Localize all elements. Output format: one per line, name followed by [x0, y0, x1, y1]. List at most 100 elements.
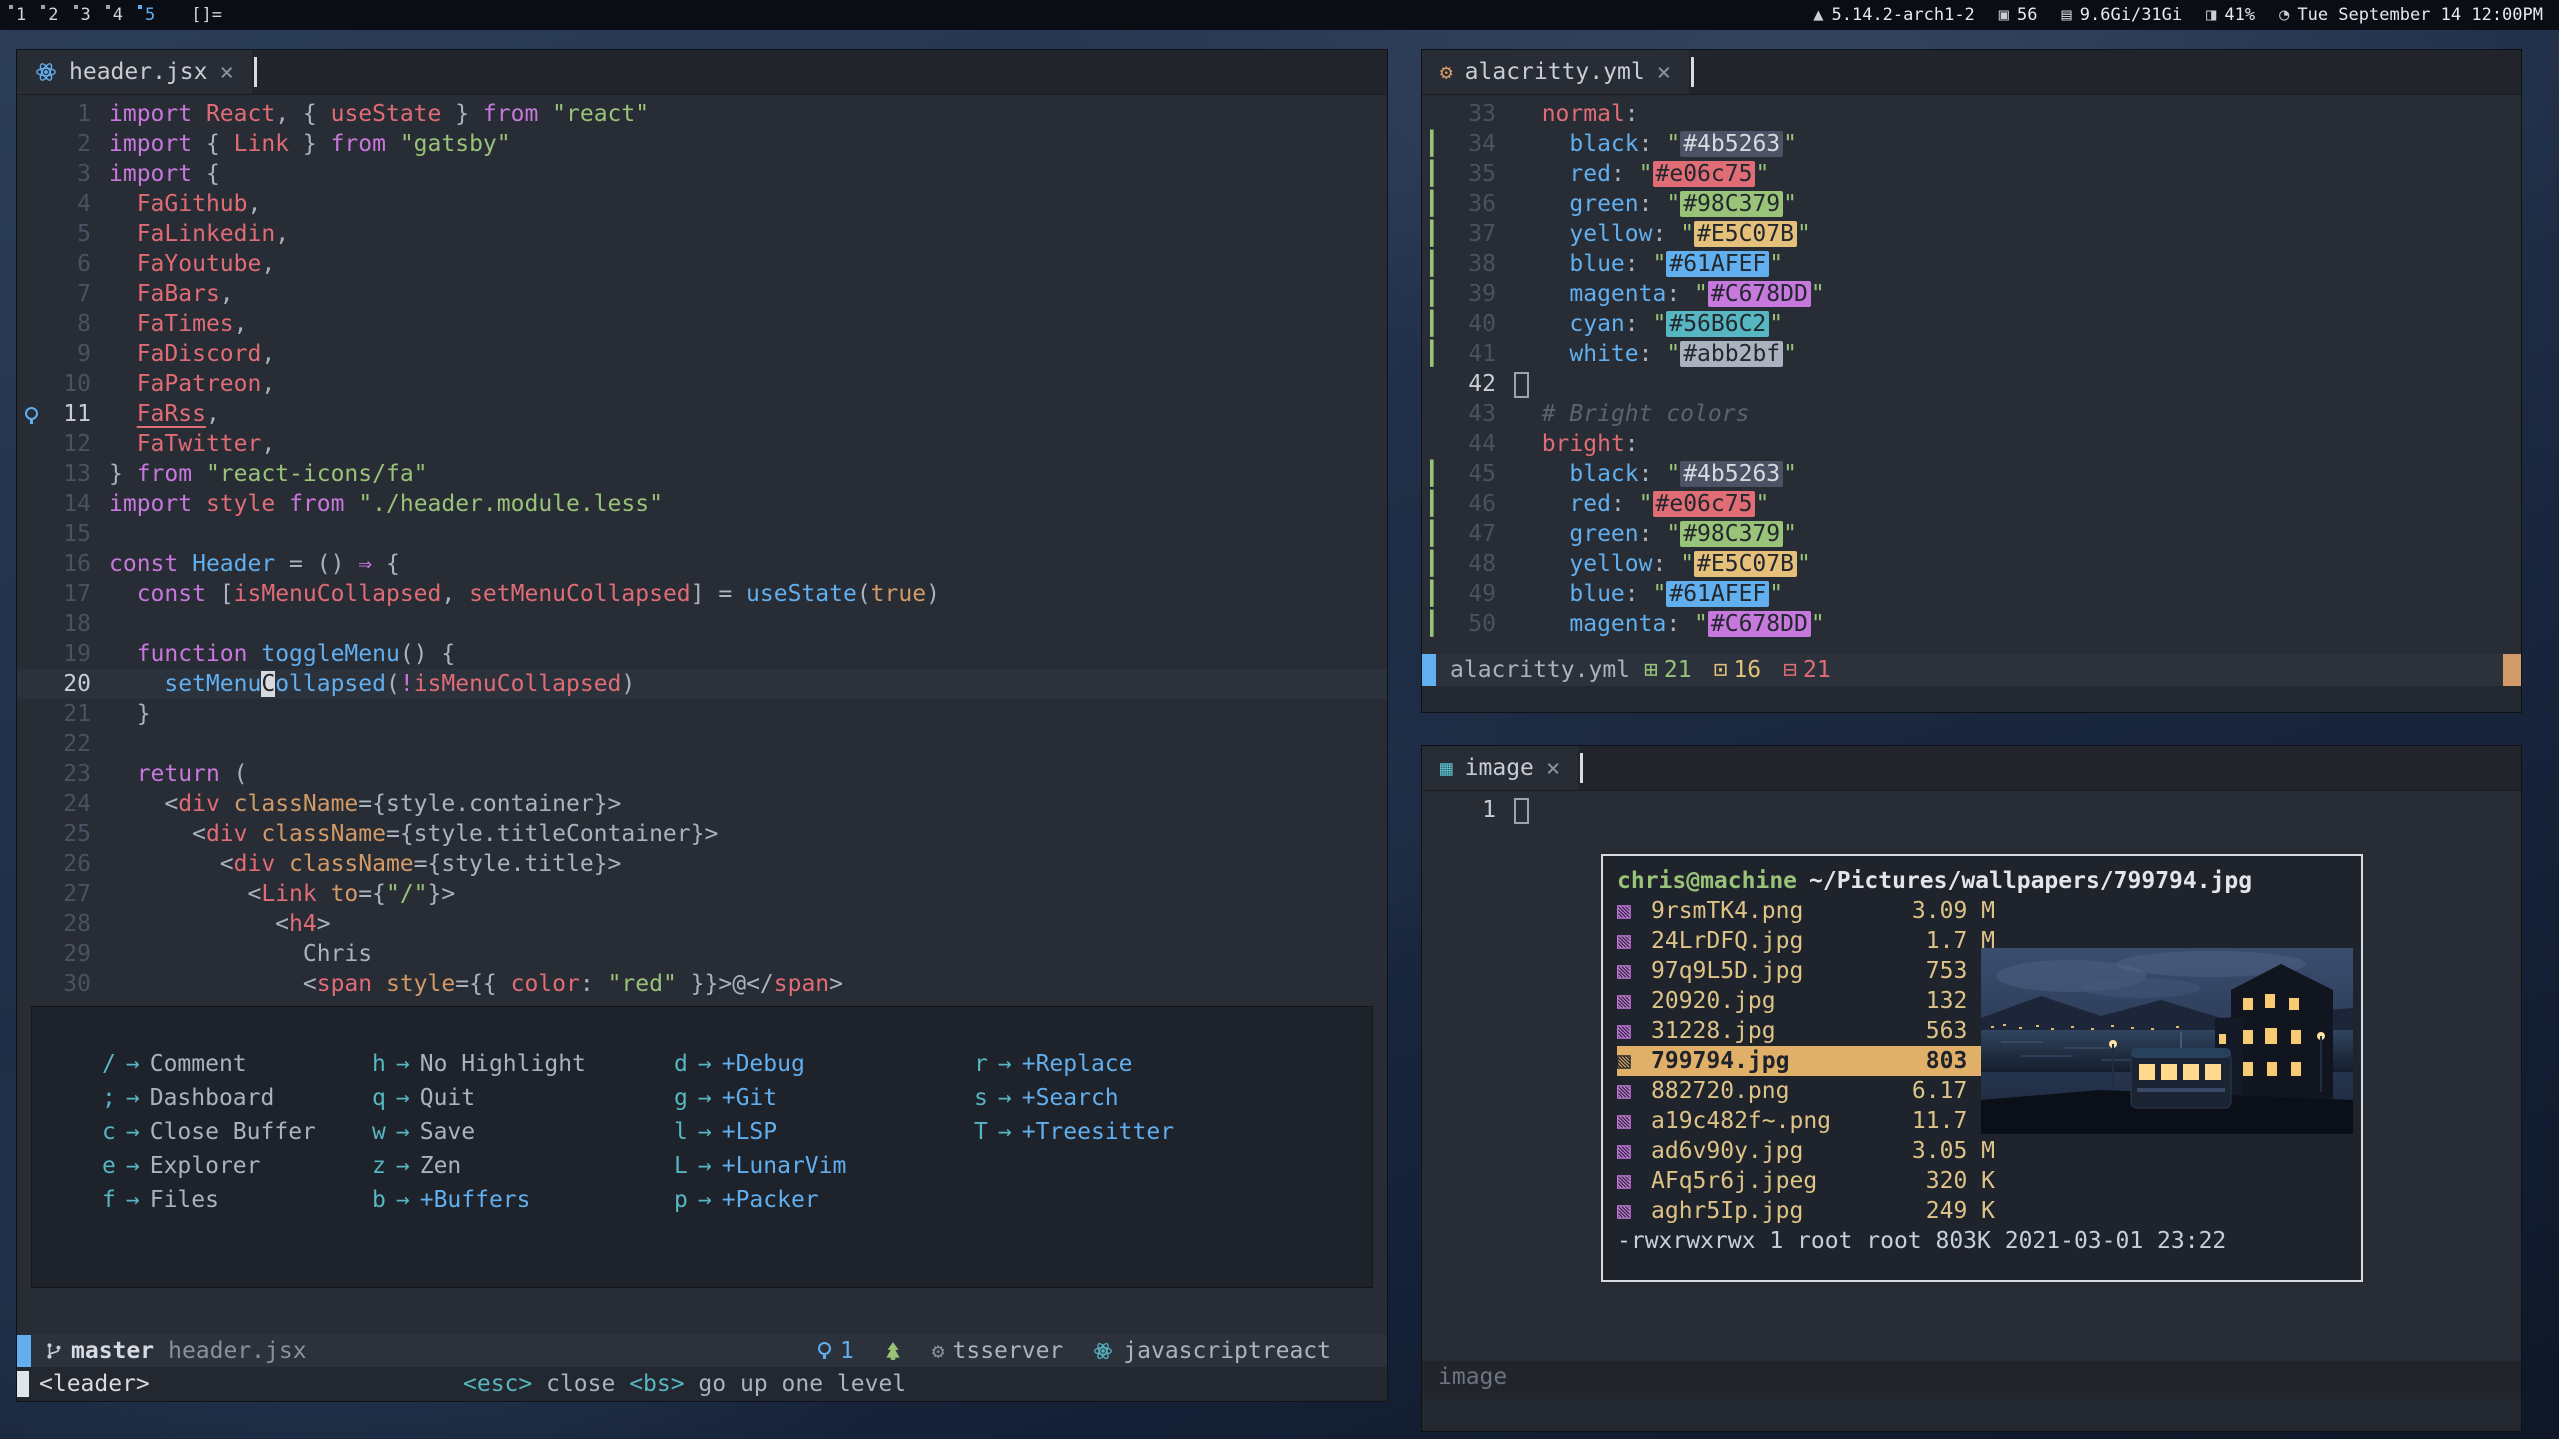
file-row[interactable]: ▧24LrDFQ.jpg1.7 M: [1617, 926, 1995, 956]
code-line[interactable]: ▎41 white: "#abb2bf": [1422, 339, 2521, 369]
code-line[interactable]: 14import style from "./header.module.les…: [17, 489, 1387, 519]
whichkey-item[interactable]: r→+Replace: [974, 1047, 1133, 1081]
file-row[interactable]: ▧9rsmTK4.png3.09 M: [1617, 896, 1995, 926]
file-row[interactable]: ▧31228.jpg563 K: [1617, 1016, 1995, 1046]
code-line[interactable]: 15: [17, 519, 1387, 549]
code-line[interactable]: 42: [1422, 369, 2521, 399]
code-line[interactable]: 28 <h4>: [17, 909, 1387, 939]
code-line[interactable]: ▎37 yellow: "#E5C07B": [1422, 219, 2521, 249]
workspace-tag-1[interactable]: 1: [16, 5, 26, 25]
whichkey-item[interactable]: b→+Buffers: [372, 1183, 674, 1217]
close-icon[interactable]: ×: [1657, 58, 1671, 86]
code-line[interactable]: 4 FaGithub,: [17, 189, 1387, 219]
tab-alacritty[interactable]: ⚙ alacritty.yml ×: [1422, 50, 1689, 94]
command-line[interactable]: [1422, 1393, 2521, 1431]
diagnostics-segment[interactable]: 1: [818, 1338, 854, 1364]
file-row[interactable]: ▧20920.jpg132 K: [1617, 986, 1995, 1016]
code-line[interactable]: 6 FaYoutube,: [17, 249, 1387, 279]
code-line[interactable]: 43 # Bright colors: [1422, 399, 2521, 429]
workspace-tag-2[interactable]: 2: [48, 5, 58, 25]
code-line[interactable]: 20 setMenuCollapsed(!isMenuCollapsed): [17, 669, 1387, 699]
lf-file-manager[interactable]: chris@machine ~/Pictures/wallpapers/7997…: [1601, 854, 2363, 1282]
close-icon[interactable]: ×: [1546, 754, 1560, 782]
code-line[interactable]: 16const Header = () ⇒ {: [17, 549, 1387, 579]
code-line[interactable]: ▎47 green: "#98C379": [1422, 519, 2521, 549]
code-line[interactable]: 12 FaTwitter,: [17, 429, 1387, 459]
code-line[interactable]: 17 const [isMenuCollapsed, setMenuCollap…: [17, 579, 1387, 609]
whichkey-item[interactable]: d→+Debug: [674, 1047, 974, 1081]
code-line[interactable]: 27 <Link to={"/"}>: [17, 879, 1387, 909]
workspace-tag-3[interactable]: 3: [81, 5, 91, 25]
tab-headerjsx[interactable]: header.jsx ×: [17, 50, 252, 94]
whichkey-item[interactable]: f→Files: [102, 1183, 372, 1217]
layout-symbol[interactable]: []=: [191, 5, 222, 25]
code-line[interactable]: ▎48 yellow: "#E5C07B": [1422, 549, 2521, 579]
scroll-indicator[interactable]: [2503, 654, 2521, 686]
code-line[interactable]: 21 }: [17, 699, 1387, 729]
code-line[interactable]: 11 FaRss,: [17, 399, 1387, 429]
whichkey-item[interactable]: z→Zen: [372, 1149, 674, 1183]
code-line[interactable]: 19 function toggleMenu() {: [17, 639, 1387, 669]
workspace-tag-4[interactable]: 4: [113, 5, 123, 25]
code-line[interactable]: 44 bright:: [1422, 429, 2521, 459]
code-area[interactable]: 33 normal:▎34 black: "#4b5263"▎35 red: "…: [1422, 95, 2521, 654]
code-line[interactable]: ▎40 cyan: "#56B6C2": [1422, 309, 2521, 339]
git-branch-segment[interactable]: master: [45, 1338, 154, 1364]
code-line[interactable]: 13} from "react-icons/fa": [17, 459, 1387, 489]
code-line[interactable]: 33 normal:: [1422, 99, 2521, 129]
code-line[interactable]: 29 Chris: [17, 939, 1387, 969]
tab-image[interactable]: ▦ image ×: [1422, 746, 1578, 790]
code-line[interactable]: 7 FaBars,: [17, 279, 1387, 309]
whichkey-item[interactable]: g→+Git: [674, 1081, 974, 1115]
code-line[interactable]: 2import { Link } from "gatsby": [17, 129, 1387, 159]
code-line[interactable]: ▎49 blue: "#61AFEF": [1422, 579, 2521, 609]
code-line[interactable]: 5 FaLinkedin,: [17, 219, 1387, 249]
whichkey-item[interactable]: h→No Highlight: [372, 1047, 674, 1081]
terminal-area[interactable]: 1 chris@machine ~/Pictures/wallpapers/79…: [1422, 791, 2521, 1361]
whichkey-item[interactable]: p→+Packer: [674, 1183, 974, 1217]
code-line[interactable]: 30 <span style={{ color: "red" }}>@</spa…: [17, 969, 1387, 999]
code-line[interactable]: 26 <div className={style.title}>: [17, 849, 1387, 879]
close-icon[interactable]: ×: [219, 58, 233, 86]
whichkey-item[interactable]: w→Save: [372, 1115, 674, 1149]
workspace-tag-5[interactable]: 5: [145, 5, 155, 25]
code-line[interactable]: ▎45 black: "#4b5263": [1422, 459, 2521, 489]
file-row[interactable]: ▧ad6v90y.jpg3.05 M: [1617, 1136, 1995, 1166]
whichkey-item[interactable]: T→+Treesitter: [974, 1115, 1174, 1149]
code-line[interactable]: 24 <div className={style.container}>: [17, 789, 1387, 819]
code-line[interactable]: ▎46 red: "#e06c75": [1422, 489, 2521, 519]
file-row[interactable]: ▧97q9L5D.jpg753 K: [1617, 956, 1995, 986]
code-line[interactable]: ▎38 blue: "#61AFEF": [1422, 249, 2521, 279]
code-line[interactable]: ▎34 black: "#4b5263": [1422, 129, 2521, 159]
command-line[interactable]: [1422, 686, 2521, 712]
code-line[interactable]: ▎35 red: "#e06c75": [1422, 159, 2521, 189]
code-line[interactable]: 3import {: [17, 159, 1387, 189]
code-line[interactable]: 8 FaTimes,: [17, 309, 1387, 339]
whichkey-item[interactable]: ;→Dashboard: [102, 1081, 372, 1115]
whichkey-item[interactable]: q→Quit: [372, 1081, 674, 1115]
command-line[interactable]: <leader> <esc> close <bs> go up one leve…: [17, 1367, 1387, 1401]
token: [109, 401, 137, 427]
whichkey-item[interactable]: L→+LunarVim: [674, 1149, 974, 1183]
file-row[interactable]: ▧a19c482f~.png11.7 M: [1617, 1106, 1995, 1136]
code-line[interactable]: ▎39 magenta: "#C678DD": [1422, 279, 2521, 309]
code-line[interactable]: 25 <div className={style.titleContainer}…: [17, 819, 1387, 849]
code-line[interactable]: 22: [17, 729, 1387, 759]
code-line[interactable]: ▎36 green: "#98C379": [1422, 189, 2521, 219]
whichkey-item[interactable]: l→+LSP: [674, 1115, 974, 1149]
file-row[interactable]: ▧799794.jpg803 K: [1617, 1046, 1995, 1076]
code-line[interactable]: ▎50 magenta: "#C678DD": [1422, 609, 2521, 639]
code-line[interactable]: 18: [17, 609, 1387, 639]
whichkey-item[interactable]: e→Explorer: [102, 1149, 372, 1183]
whichkey-item[interactable]: s→+Search: [974, 1081, 1119, 1115]
file-row[interactable]: ▧aghr5Ip.jpg249 K: [1617, 1196, 1995, 1226]
file-row[interactable]: ▧882720.png6.17 M: [1617, 1076, 1995, 1106]
file-row[interactable]: ▧AFq5r6j.jpeg320 K: [1617, 1166, 1995, 1196]
whichkey-item[interactable]: /→Comment: [102, 1047, 372, 1081]
code-line[interactable]: 9 FaDiscord,: [17, 339, 1387, 369]
code-area[interactable]: 1import React, { useState } from "react"…: [17, 95, 1387, 1335]
code-line[interactable]: 23 return (: [17, 759, 1387, 789]
whichkey-item[interactable]: c→Close Buffer: [102, 1115, 372, 1149]
code-line[interactable]: 10 FaPatreon,: [17, 369, 1387, 399]
code-line[interactable]: 1import React, { useState } from "react": [17, 99, 1387, 129]
